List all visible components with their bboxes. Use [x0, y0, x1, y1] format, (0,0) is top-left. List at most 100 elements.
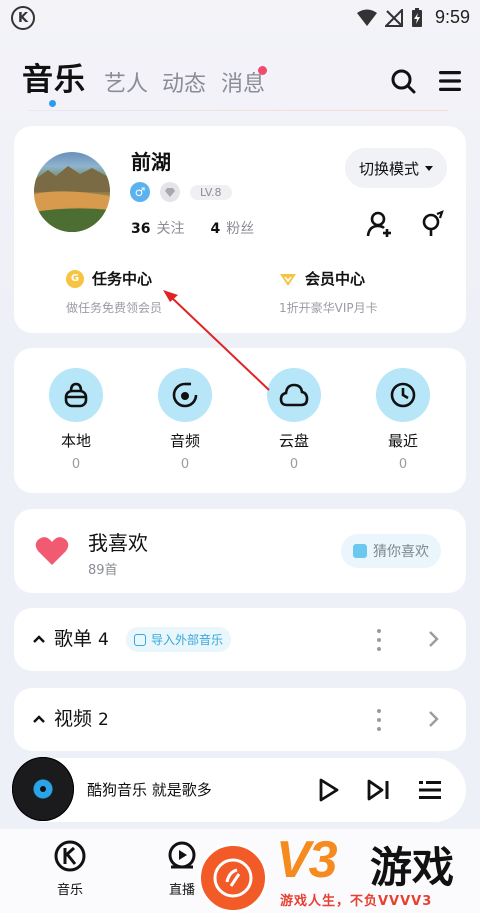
album-disc-icon[interactable]: [12, 757, 74, 821]
diamond-badge-icon[interactable]: [160, 182, 180, 202]
vip-crown-icon: [280, 273, 296, 286]
message-notification-dot: [258, 66, 267, 75]
quick-item-label: 本地: [60, 432, 91, 450]
import-icon: [134, 633, 146, 646]
tab-music[interactable]: 音乐: [22, 54, 86, 99]
playlists-title-wrap: 歌单 4: [54, 624, 109, 651]
playlists-title: 歌单: [54, 628, 93, 650]
watermark-circle-logo: [198, 843, 268, 913]
avatar-landscape-image: [34, 166, 110, 232]
coin-icon: G: [66, 269, 84, 288]
quick-item-count: 0: [180, 457, 190, 472]
bag-icon: [49, 368, 103, 422]
status-right: 9:59: [356, 7, 470, 28]
username[interactable]: 前湖: [131, 146, 171, 175]
quick-item-label: 云盘: [278, 432, 309, 450]
quick-access-grid: 本地 0 音频 0 云盘 0 最近 0: [14, 348, 466, 493]
videos-title-wrap: 视频 2: [54, 704, 109, 731]
search-icon[interactable]: [390, 68, 416, 94]
import-external-music-button[interactable]: 导入外部音乐: [126, 627, 232, 652]
audio-icon: [158, 368, 212, 422]
guess-you-like-label: 猜你喜欢: [373, 544, 429, 560]
following-label: 关注: [156, 221, 185, 237]
mic-icon[interactable]: [417, 210, 445, 238]
follow-stats: 36 关注 4 粉丝: [131, 218, 254, 238]
battery-icon: [411, 7, 422, 27]
no-signal-icon: [384, 8, 403, 27]
tab-artists[interactable]: 艺人: [104, 66, 148, 98]
videos-title: 视频: [54, 708, 93, 730]
quick-item-audio[interactable]: 音频 0: [145, 368, 225, 472]
following-stat[interactable]: 36 关注: [131, 218, 184, 238]
switch-mode-label: 切换模式: [359, 159, 420, 178]
more-options-icon[interactable]: [376, 709, 382, 731]
quick-item-count: 0: [398, 457, 408, 472]
task-center[interactable]: G 任务中心 做任务免费领会员: [66, 268, 162, 316]
following-count: 36: [131, 221, 151, 237]
vip-center[interactable]: 会员中心 1折开豪华VIP月卡: [279, 268, 378, 316]
task-center-title: 任务中心: [92, 270, 153, 288]
play-icon[interactable]: [314, 776, 342, 804]
fans-stat[interactable]: 4 粉丝: [210, 218, 254, 238]
playlists-count: 4: [98, 630, 109, 650]
clock-icon: [376, 368, 430, 422]
caret-down-icon: [425, 165, 434, 171]
mini-player[interactable]: 酷狗音乐 就是歌多: [12, 757, 466, 822]
top-tabs: 音乐 艺人 动态 消息: [0, 48, 480, 112]
switch-mode-button[interactable]: 切换模式: [345, 148, 448, 188]
favorites-title: 我喜欢: [88, 531, 148, 555]
quick-item-label: 音频: [169, 432, 200, 450]
chevron-right-icon[interactable]: [426, 710, 440, 728]
heart-icon: [35, 537, 69, 565]
fans-label: 粉丝: [226, 221, 255, 237]
v3-watermark-logo: V3 游戏 游戏人生，不负VVVV3: [196, 828, 480, 913]
watermark-slogan: 游戏人生，不负VVVV3: [280, 894, 433, 909]
tab-feed[interactable]: 动态: [162, 66, 206, 98]
cloud-icon: [267, 368, 321, 422]
active-tab-indicator: [49, 100, 56, 107]
import-label: 导入外部音乐: [151, 633, 224, 647]
avatar[interactable]: [34, 152, 110, 232]
vip-center-title: 会员中心: [305, 270, 366, 288]
profile-card: 前湖 ♂ LV.8 36 关注 4 粉丝 切换模式 G 任务中心 做任务免费领会员 会…: [14, 126, 466, 333]
kugou-status-icon: K: [11, 6, 35, 30]
watermark-brand-latin: V3: [276, 831, 338, 889]
guess-icon: [353, 544, 367, 558]
nav-label: 音乐: [56, 883, 83, 898]
videos-section[interactable]: 视频 2: [14, 688, 466, 751]
guess-you-like-button[interactable]: 猜你喜欢: [341, 534, 441, 568]
favorites-card[interactable]: 我喜欢 89首 猜你喜欢: [14, 509, 466, 593]
wifi-icon: [356, 9, 377, 26]
chevron-right-icon[interactable]: [426, 630, 440, 648]
quick-item-recent[interactable]: 最近 0: [363, 368, 443, 472]
videos-count: 2: [98, 710, 109, 730]
favorites-count: 89首: [88, 563, 118, 578]
playlists-section[interactable]: 歌单 4 导入外部音乐: [14, 608, 466, 671]
vip-center-subtitle: 1折开豪华VIP月卡: [279, 301, 378, 315]
task-center-subtitle: 做任务免费领会员: [66, 301, 163, 315]
next-track-icon[interactable]: [364, 776, 392, 804]
status-time: 9:59: [434, 7, 470, 27]
chevron-up-icon[interactable]: [32, 632, 46, 646]
more-options-icon[interactable]: [376, 629, 382, 651]
quick-item-local[interactable]: 本地 0: [36, 368, 116, 472]
quick-item-cloud[interactable]: 云盘 0: [254, 368, 334, 472]
status-bar: K 9:59: [0, 0, 480, 38]
playlist-queue-icon[interactable]: [416, 776, 444, 804]
user-badges: ♂ LV.8: [130, 182, 232, 202]
fans-count: 4: [210, 221, 221, 237]
nav-music[interactable]: 音乐: [35, 839, 105, 898]
menu-icon[interactable]: [437, 68, 463, 94]
male-gender-icon: ♂: [130, 182, 150, 202]
quick-item-count: 0: [289, 457, 299, 472]
level-badge[interactable]: LV.8: [190, 184, 232, 200]
live-icon: [168, 841, 196, 869]
player-title: 酷狗音乐 就是歌多: [87, 781, 212, 799]
k-logo-icon: [54, 840, 86, 872]
quick-item-label: 最近: [387, 432, 418, 450]
watermark-brand-cn: 游戏: [370, 843, 455, 892]
app-screen: K 9:59 音乐 艺人 动态 消息 前湖 ♂ LV.8 36 关注 4 粉丝 …: [0, 0, 480, 913]
add-friend-icon[interactable]: [366, 210, 394, 238]
header-divider: [28, 110, 448, 111]
chevron-up-icon[interactable]: [32, 712, 46, 726]
